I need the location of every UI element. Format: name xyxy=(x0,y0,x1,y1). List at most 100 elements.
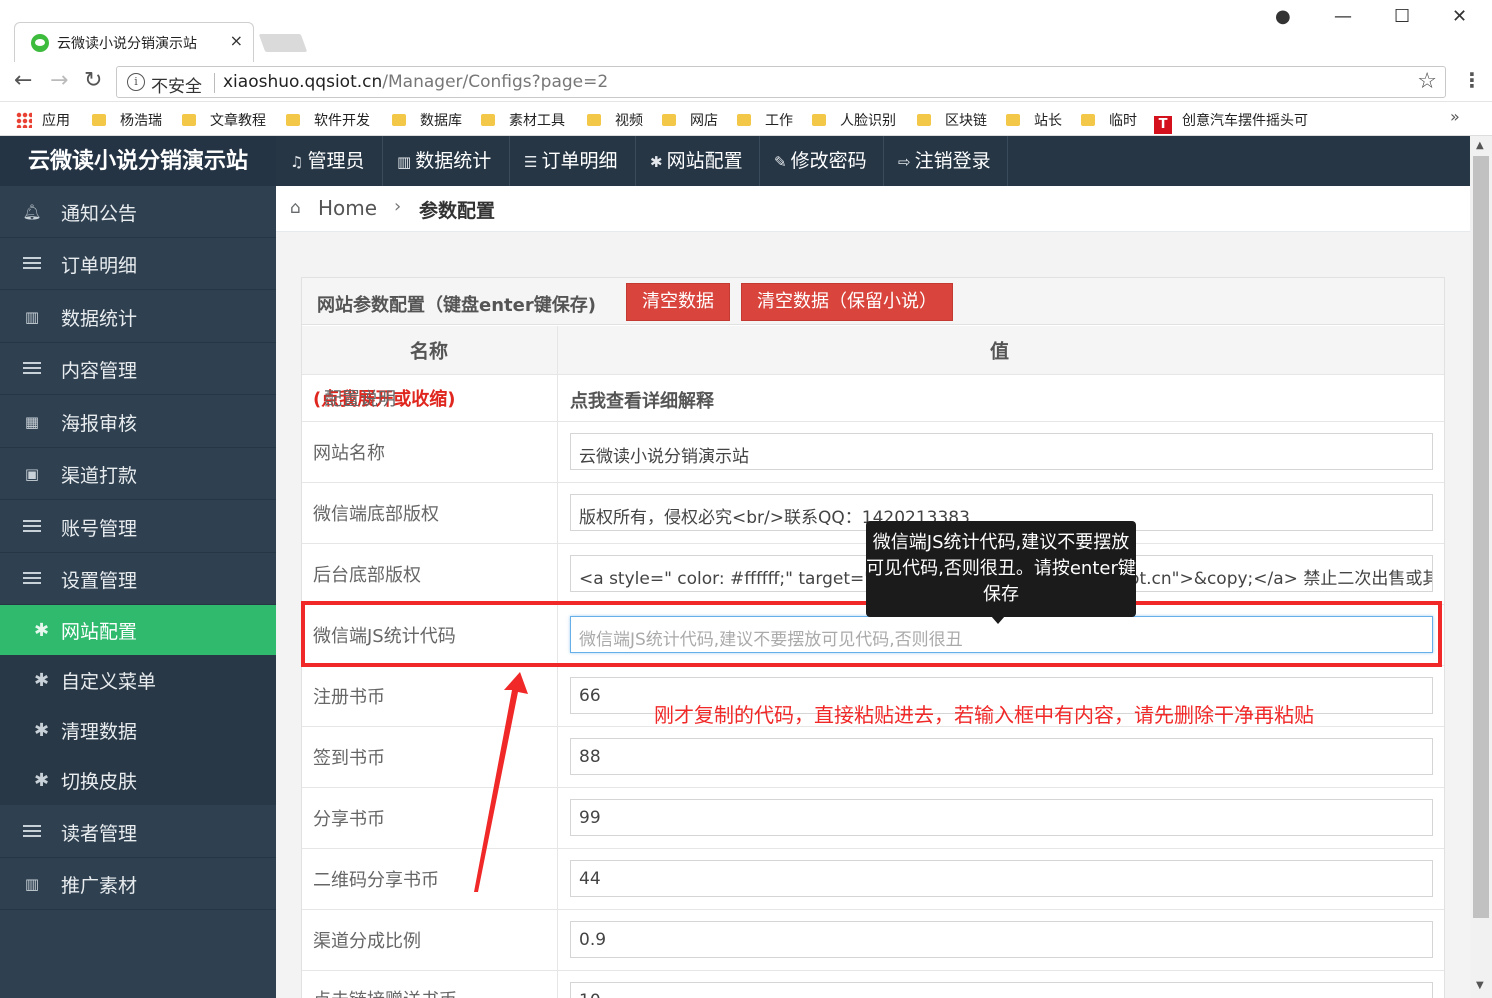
folder-icon xyxy=(481,114,495,126)
clear-data-button[interactable]: 清空数据 xyxy=(626,283,730,321)
value-cell: 点我查看详细解释 xyxy=(559,375,1444,421)
scroll-down-icon[interactable]: ▼ xyxy=(1476,980,1484,991)
page-scrollbar[interactable]: ▲ ▼ xyxy=(1470,136,1492,998)
folder-icon xyxy=(92,114,106,126)
top-nav: ♫ 管理员 ▥ 数据统计 ☰ 订单明细 ✱ 网站配置 ✎ 修改密码 ⇨ 注销登录 xyxy=(276,136,1470,186)
table-row: 点击链接赠送书币 10 xyxy=(302,971,1444,998)
value-cell: 10 xyxy=(559,971,1444,998)
info-icon[interactable]: i xyxy=(127,73,145,91)
bookmark-folder[interactable]: 人脸识别 xyxy=(812,110,896,130)
breadcrumb: ⌂ Home › 参数配置 xyxy=(276,186,1470,232)
breadcrumb-home[interactable]: Home xyxy=(318,196,377,220)
bookmark-folder[interactable]: 数据库 xyxy=(392,110,462,130)
site-name-input[interactable]: 云微读小说分销演示站 xyxy=(570,433,1433,470)
more-bookmarks-icon[interactable]: » xyxy=(1450,107,1460,126)
clear-data-keep-novels-button[interactable]: 清空数据（保留小说） xyxy=(741,283,953,321)
topnav-site-config[interactable]: ✱ 网站配置 xyxy=(636,136,760,186)
browser-tab[interactable]: 云微读小说分销演示站 × xyxy=(14,22,254,62)
sidebar-subitem-site-config[interactable]: ✱ 网站配置 xyxy=(0,605,276,655)
topnav-change-password[interactable]: ✎ 修改密码 xyxy=(760,136,884,186)
desc-detail-link[interactable]: 点我查看详细解释 xyxy=(570,387,714,413)
sidebar-subitem-label: 自定义菜单 xyxy=(61,671,157,693)
sidebar-subitem-label: 切换皮肤 xyxy=(61,771,138,793)
minimize-icon[interactable]: — xyxy=(1334,6,1352,27)
sidebar-item-orders[interactable]: 订单明细 xyxy=(0,238,276,290)
bookmark-folder[interactable]: 临时 xyxy=(1081,110,1137,130)
folder-icon xyxy=(1006,114,1020,126)
scrollbar-thumb[interactable] xyxy=(1473,156,1489,918)
url-host: xiaoshuo.qqsiot.cn xyxy=(223,72,383,92)
share-coins-input[interactable]: 99 xyxy=(570,799,1433,836)
sidebar-subitem-label: 清理数据 xyxy=(61,721,138,743)
folder-icon xyxy=(587,114,601,126)
bookmark-folder[interactable]: 视频 xyxy=(587,110,643,130)
header-name-cell: 名称 xyxy=(302,326,558,374)
bookmark-folder[interactable]: 区块链 xyxy=(917,110,987,130)
sidebar-item-posters[interactable]: ▦ 海报审核 xyxy=(0,396,276,448)
bookmark-label: 应用 xyxy=(42,113,70,129)
sidebar-item-notices[interactable]: 🔔︎ 通知公告 xyxy=(0,186,276,238)
bookmark-label: 文章教程 xyxy=(210,113,266,129)
address-bar[interactable]: i 不安全 xiaoshuo.qqsiot.cn/Manager/Configs… xyxy=(116,66,1446,98)
bookmark-folder[interactable]: 文章教程 xyxy=(182,110,266,130)
wechat-favicon-icon xyxy=(31,34,49,52)
bookmark-folder[interactable]: 站长 xyxy=(1006,110,1062,130)
qrcode-share-coins-input[interactable]: 44 xyxy=(570,860,1433,897)
bookmark-folder[interactable]: 工作 xyxy=(737,110,793,130)
list-icon xyxy=(22,360,42,378)
row-name: 渠道分成比例 xyxy=(313,931,421,952)
folder-icon xyxy=(662,114,676,126)
row-name: 注册书币 xyxy=(313,687,385,708)
name-cell: 点击链接赠送书币 xyxy=(302,971,558,998)
sidebar-subitem-clear-data[interactable]: ✱ 清理数据 xyxy=(0,705,276,755)
scroll-up-icon[interactable]: ▲ xyxy=(1476,140,1484,151)
sidebar-item-payouts[interactable]: ▣ 渠道打款 xyxy=(0,448,276,500)
bookmark-label: 创意汽车摆件摇头可 xyxy=(1182,113,1308,129)
topnav-orders[interactable]: ☰ 订单明细 xyxy=(510,136,636,186)
sidebar-item-settings[interactable]: 设置管理 xyxy=(0,553,276,605)
column-header-name: 名称 xyxy=(410,340,449,363)
bookmark-star-icon[interactable]: ☆ xyxy=(1417,69,1437,94)
profile-icon[interactable]: ● xyxy=(1275,6,1291,27)
sidebar-item-content[interactable]: 内容管理 xyxy=(0,343,276,395)
sidebar-item-promo[interactable]: ▥ 推广素材 xyxy=(0,858,276,910)
topnav-admin[interactable]: ♫ 管理员 xyxy=(276,136,383,186)
gear-icon: ✱ xyxy=(650,153,663,171)
panel-header: 网站参数配置（键盘enter键保存) 清空数据 清空数据（保留小说） xyxy=(302,278,1444,325)
sidebar-item-stats[interactable]: ▥ 数据统计 xyxy=(0,291,276,343)
bookmark-folder[interactable]: 网店 xyxy=(662,110,718,130)
browser-menu-icon[interactable]: ⋮ xyxy=(1462,68,1482,92)
sidebar-subitem-label: 网站配置 xyxy=(61,621,138,643)
browser-toolbar: ← → ↻ i 不安全 xiaoshuo.qqsiot.cn/Manager/C… xyxy=(0,62,1492,102)
folder-icon xyxy=(182,114,196,126)
back-icon[interactable]: ← xyxy=(14,68,32,93)
bookmark-folder[interactable]: 素材工具 xyxy=(481,110,565,130)
folder-icon xyxy=(737,114,751,126)
new-tab-button[interactable] xyxy=(258,34,308,52)
sidebar: 云微读小说分销演示站 🔔︎ 通知公告 订单明细 ▥ 数据统计 内容管理 ▦ 海报审核 … xyxy=(0,136,276,998)
bookmark-apps[interactable]: 应用 xyxy=(16,110,70,130)
click-link-coins-input[interactable]: 10 xyxy=(570,982,1433,998)
window-close-icon[interactable]: ✕ xyxy=(1452,6,1467,27)
signin-coins-input[interactable]: 88 xyxy=(570,738,1433,775)
sidebar-subitem-switch-skin[interactable]: ✱ 切换皮肤 xyxy=(0,755,276,805)
url-text[interactable]: xiaoshuo.qqsiot.cn/Manager/Configs?page=… xyxy=(223,72,608,92)
forward-icon[interactable]: → xyxy=(50,68,68,93)
sidebar-item-label: 设置管理 xyxy=(61,570,138,592)
tab-close-icon[interactable]: × xyxy=(230,31,243,50)
sidebar-item-accounts[interactable]: 账号管理 xyxy=(0,501,276,553)
bar-chart-icon: ▥ xyxy=(24,875,40,893)
topnav-stats[interactable]: ▥ 数据统计 xyxy=(383,136,510,186)
topnav-label: 注销登录 xyxy=(914,150,991,172)
channel-ratio-input[interactable]: 0.9 xyxy=(570,921,1433,958)
bookmark-folder[interactable]: 杨浩瑞 xyxy=(92,110,162,130)
bookmark-folder[interactable]: 软件开发 xyxy=(286,110,370,130)
reload-icon[interactable]: ↻ xyxy=(84,68,102,93)
sidebar-item-readers[interactable]: 读者管理 xyxy=(0,806,276,858)
maximize-icon[interactable]: ☐ xyxy=(1394,6,1410,27)
config-desc-label: 配置说明 (点我展开或收缩) xyxy=(313,385,455,411)
name-cell: 后台底部版权 xyxy=(302,544,558,604)
sidebar-subitem-custom-menu[interactable]: ✱ 自定义菜单 xyxy=(0,655,276,705)
topnav-logout[interactable]: ⇨ 注销登录 xyxy=(884,136,1008,186)
bookmark-link[interactable]: T 创意汽车摆件摇头可 xyxy=(1154,110,1308,134)
